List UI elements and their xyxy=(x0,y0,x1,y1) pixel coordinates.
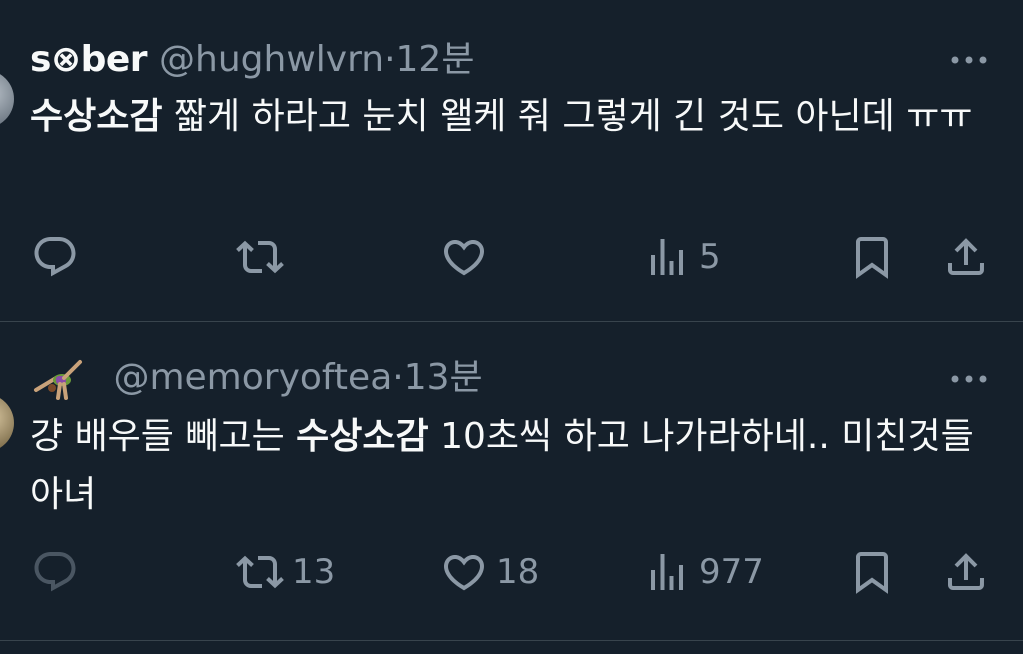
views-button[interactable]: 5 xyxy=(643,232,721,282)
timestamp[interactable]: 12분 xyxy=(396,39,475,80)
more-dots-icon[interactable] xyxy=(947,369,991,389)
user-handle[interactable]: @memoryoftea xyxy=(113,357,392,398)
heart-icon xyxy=(440,233,488,281)
bookmark-icon xyxy=(848,548,896,596)
more-dots-icon[interactable] xyxy=(947,50,991,70)
bar-chart-icon xyxy=(643,548,691,596)
like-count: 18 xyxy=(496,552,540,592)
share-icon xyxy=(942,548,990,596)
retweet-icon xyxy=(236,548,284,596)
tweet-header: s⊗ber @hughwlvrn·12분 xyxy=(30,38,474,82)
reply-icon xyxy=(31,548,79,596)
share-button[interactable] xyxy=(942,547,990,597)
bookmark-button[interactable] xyxy=(848,547,896,597)
timestamp[interactable]: 13분 xyxy=(404,357,483,398)
tweet-1[interactable]: s⊗ber @hughwlvrn·12분 수상소감 짧게 하라고 눈치 왤케 줘 … xyxy=(0,0,1023,321)
reply-button[interactable] xyxy=(31,232,87,282)
separator-dot: · xyxy=(384,39,396,80)
tweet-text: 수상소감 짧게 하라고 눈치 왤케 줘 그렇게 긴 것도 아닌데 ㅠㅠ xyxy=(30,88,990,146)
view-count: 5 xyxy=(699,237,721,277)
bookmark-button[interactable] xyxy=(848,232,896,282)
tweet-header: @memoryoftea·13분 xyxy=(30,356,483,400)
avatar[interactable] xyxy=(0,70,14,128)
heart-icon xyxy=(440,548,488,596)
action-bar: 5 xyxy=(0,232,1023,282)
tweet-text: 걍 배우들 빼고는 수상소감 10초씩 하고 나가라하네.. 미친것들 아녀 xyxy=(30,408,990,524)
retweet-button[interactable] xyxy=(236,232,292,282)
retweet-count: 13 xyxy=(292,552,336,592)
tweet-text-before: 걍 배우들 빼고는 xyxy=(30,416,297,457)
bookmark-icon xyxy=(848,233,896,281)
reply-icon xyxy=(31,233,79,281)
share-icon xyxy=(942,233,990,281)
user-handle[interactable]: @hughwlvrn xyxy=(159,39,384,80)
separator-dot: · xyxy=(392,357,404,398)
tweet-text-rest: 짧게 하라고 눈치 왤케 줘 그렇게 긴 것도 아닌데 ㅠㅠ xyxy=(162,96,973,137)
retweet-button[interactable]: 13 xyxy=(236,547,335,597)
gymnast-emoji-icon xyxy=(34,360,82,400)
like-button[interactable]: 18 xyxy=(440,547,539,597)
share-button[interactable] xyxy=(942,232,990,282)
action-bar: 13 18 977 xyxy=(0,547,1023,597)
view-count: 977 xyxy=(699,552,764,592)
tweet-2[interactable]: @memoryoftea·13분 걍 배우들 빼고는 수상소감 10초씩 하고 … xyxy=(0,321,1023,641)
hashtag-highlight[interactable]: 수상소감 xyxy=(296,416,428,457)
retweet-icon xyxy=(236,233,284,281)
hashtag-highlight[interactable]: 수상소감 xyxy=(30,96,162,137)
reply-button[interactable] xyxy=(31,547,87,597)
avatar[interactable] xyxy=(0,394,14,452)
display-name[interactable]: s⊗ber xyxy=(30,39,148,80)
bar-chart-icon xyxy=(643,233,691,281)
views-button[interactable]: 977 xyxy=(643,547,764,597)
like-button[interactable] xyxy=(440,232,496,282)
